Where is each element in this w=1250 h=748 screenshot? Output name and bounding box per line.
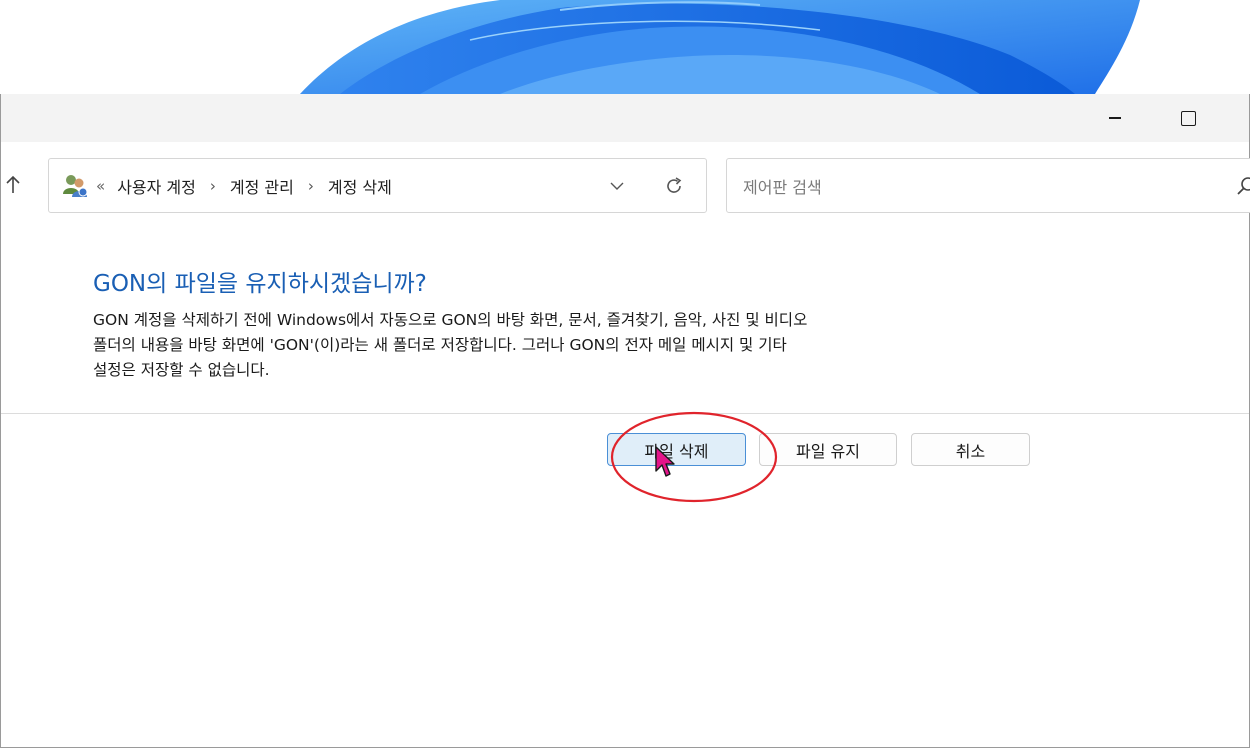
keep-files-button[interactable]: 파일 유지 [759,433,897,466]
highlight-annotation-icon [610,411,778,503]
maximize-icon [1180,110,1196,126]
refresh-button[interactable] [659,171,689,201]
description-text: GON 계정을 삭제하기 전에 Windows에서 자동으로 GON의 바탕 화… [93,308,1053,383]
breadcrumb-separator-icon[interactable]: › [210,177,216,195]
search-box[interactable]: 제어판 검색 [726,158,1250,213]
address-history-dropdown[interactable] [605,173,629,199]
up-arrow-button[interactable] [3,170,23,200]
desktop-wallpaper [0,0,1250,94]
page-title: GON의 파일을 유지하시겠습니까? [93,271,427,297]
maximize-button[interactable] [1160,94,1216,142]
refresh-icon [667,177,682,193]
minimize-icon [1109,117,1121,119]
up-arrow-icon [6,175,20,193]
minimize-button[interactable] [1087,94,1143,142]
wallpaper-bloom-graphic [300,0,1140,94]
breadcrumb-manage-accounts[interactable]: 계정 관리 [230,174,294,198]
breadcrumb-user-accounts[interactable]: 사용자 계정 [117,174,196,198]
chevron-down-icon [610,182,624,190]
search-icon[interactable] [1235,175,1250,197]
breadcrumb-delete-account[interactable]: 계정 삭제 [328,174,392,198]
description-line: 폴더의 내용을 바탕 화면에 'GON'(이)라는 새 폴더로 저장합니다. 그… [93,336,787,354]
description-line: GON 계정을 삭제하기 전에 Windows에서 자동으로 GON의 바탕 화… [93,311,808,329]
breadcrumb: « 사용자 계정 › 계정 관리 › 계정 삭제 [96,159,392,212]
title-bar [1,94,1249,142]
address-bar[interactable]: « 사용자 계정 › 계정 관리 › 계정 삭제 [48,158,707,213]
mouse-cursor-icon [655,446,675,477]
cancel-button[interactable]: 취소 [911,433,1030,466]
description-line: 설정은 저장할 수 없습니다. [93,361,270,379]
search-placeholder: 제어판 검색 [743,177,822,197]
user-accounts-icon [63,175,88,197]
breadcrumb-overflow[interactable]: « [96,177,105,195]
breadcrumb-separator-icon[interactable]: › [308,177,314,195]
